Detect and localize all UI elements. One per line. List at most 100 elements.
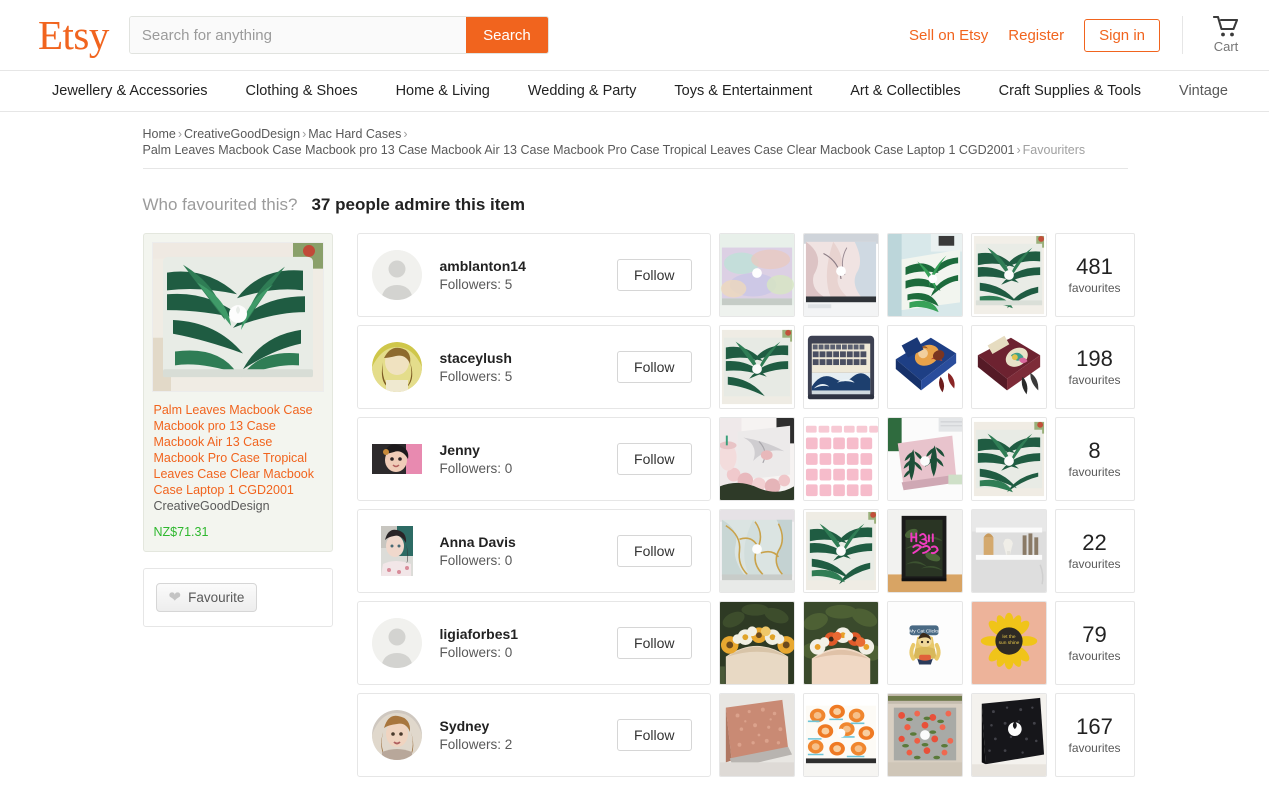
follow-button[interactable]: Follow — [617, 719, 692, 751]
breadcrumb-current: Favouriters — [1022, 143, 1086, 157]
nav-item-art-collectibles[interactable]: Art & Collectibles — [850, 83, 960, 99]
favourites-label: favourites — [1068, 740, 1121, 755]
listing-shop-name[interactable]: CreativeGoodDesign — [154, 499, 322, 513]
follow-button[interactable]: Follow — [617, 351, 692, 383]
thumbnail-blue-gold-marble-macbook-case[interactable] — [718, 509, 795, 593]
etsy-logo[interactable]: Etsy — [38, 14, 129, 56]
thumbnail-great-wave-keyboard-cover[interactable] — [802, 325, 879, 409]
sell-on-etsy-link[interactable]: Sell on Etsy — [909, 27, 988, 44]
person-name[interactable]: Jenny — [440, 442, 513, 458]
thumbnail-marble-case-with-flowers[interactable] — [718, 417, 795, 501]
thumbnail-enamel-pin-character[interactable]: My Cat Clicks — [886, 601, 963, 685]
thumbnail-sunflower-enamel-pin[interactable]: let the sun shine — [970, 601, 1047, 685]
thumbnail-palm-leaf-macbook-case[interactable] — [970, 233, 1047, 317]
nav-item-vintage[interactable]: Vintage — [1179, 83, 1228, 99]
grey-floral-case-image — [887, 694, 962, 776]
favourite-thumbnails — [718, 417, 1047, 501]
heart-icon: ❤ — [168, 589, 182, 606]
blue-gold-marble-case-image — [719, 510, 794, 592]
favourite-button[interactable]: ❤ Favourite — [155, 583, 258, 612]
thumbnail-daisy-poppy-flower-crown[interactable] — [802, 601, 879, 685]
favourite-card: ❤ Favourite — [142, 568, 333, 627]
person-name[interactable]: amblanton14 — [440, 258, 526, 274]
avatar[interactable] — [371, 342, 422, 392]
nav-item-craft-supplies-tools[interactable]: Craft Supplies & Tools — [999, 83, 1141, 99]
thumbnail-rose-gold-glitter-macbook-case[interactable] — [718, 693, 795, 777]
favourite-thumbnails — [718, 509, 1047, 593]
breadcrumb-home[interactable]: Home — [143, 127, 176, 141]
nav-item-toys-entertainment[interactable]: Toys & Entertainment — [674, 83, 812, 99]
admire-count-label: 37 people admire this item — [311, 195, 525, 214]
favourite-thumbnails — [718, 325, 1047, 409]
favourites-label: favourites — [1068, 648, 1121, 663]
thumbnail-neon-pink-framed-art-print[interactable] — [886, 509, 963, 593]
avatar[interactable] — [371, 618, 422, 668]
nav-item-home-living[interactable]: Home & Living — [396, 83, 490, 99]
favourite-thumbnails: My Cat Clicks let the sun shine — [718, 601, 1047, 685]
nav-item-wedding-party[interactable]: Wedding & Party — [528, 83, 637, 99]
favouriter-row: Sydney Followers: 2 Follow 167 favourite… — [356, 693, 1135, 777]
nav-item-jewellery-accessories[interactable]: Jewellery & Accessories — [52, 83, 208, 99]
person-name[interactable]: ligiaforbes1 — [440, 626, 519, 642]
breadcrumb-shop[interactable]: CreativeGoodDesign — [184, 127, 300, 141]
thumbnail-palm-leaf-macbook-case-angled[interactable] — [886, 233, 963, 317]
favourites-count-box: 22 favourites — [1054, 509, 1135, 593]
avatar-placeholder-icon — [371, 250, 422, 300]
thumbnail-black-glitter-macbook-case[interactable] — [970, 693, 1047, 777]
cart-button[interactable]: Cart — [1205, 16, 1247, 54]
avatar[interactable] — [371, 250, 422, 300]
palm-leaf-macbook-photo — [152, 243, 323, 391]
favourites-count-box: 167 favourites — [1054, 693, 1135, 777]
favouriter-row: Jenny Followers: 0 Follow 8 favourites — [356, 417, 1135, 501]
thumbnail-pink-fern-macbook-case[interactable] — [886, 417, 963, 501]
black-glitter-case-image — [971, 694, 1046, 776]
thumbnail-grey-floral-macbook-case[interactable] — [886, 693, 963, 777]
great-wave-keyboard-image — [803, 326, 878, 408]
sign-in-button[interactable]: Sign in — [1084, 18, 1160, 52]
person-card: Sydney Followers: 2 Follow — [356, 693, 711, 777]
thumbnail-sunflower-flower-crown[interactable] — [718, 601, 795, 685]
thumbnail-peach-pattern-macbook-case[interactable] — [802, 693, 879, 777]
person-followers: Followers: 0 — [439, 645, 513, 660]
avatar[interactable] — [371, 434, 422, 484]
person-followers: Followers: 0 — [439, 461, 513, 476]
thumbnail-white-wall-shelf[interactable] — [970, 509, 1047, 593]
search-input[interactable] — [129, 17, 466, 53]
thumbnail-beauty-and-the-beast-book-clutch[interactable] — [886, 325, 963, 409]
thumbnail-recently-deceased-book-clutch[interactable] — [970, 325, 1047, 409]
thumbnail-pink-marble-macbook-case[interactable] — [802, 233, 879, 317]
header-divider — [1182, 16, 1183, 54]
search-button[interactable]: Search — [465, 17, 548, 53]
register-link[interactable]: Register — [1008, 27, 1064, 44]
main-layout: Palm Leaves Macbook Case Macbook pro 13 … — [142, 233, 1135, 785]
nav-item-clothing-shoes[interactable]: Clothing & Shoes — [246, 83, 358, 99]
listing-card[interactable]: Palm Leaves Macbook Case Macbook pro 13 … — [142, 233, 333, 552]
palm-leaf-case-image — [719, 326, 794, 408]
breadcrumb-separator: › — [1016, 143, 1021, 157]
follow-button[interactable]: Follow — [617, 443, 692, 475]
person-info: Jenny Followers: 0 — [440, 442, 513, 476]
person-name[interactable]: staceylush — [440, 350, 513, 366]
marble-case-flowers-image — [719, 418, 794, 500]
thumbnail-pink-keyboard-cover[interactable] — [802, 417, 879, 501]
listing-title[interactable]: Palm Leaves Macbook Case Macbook pro 13 … — [154, 402, 322, 498]
follow-button[interactable]: Follow — [617, 535, 692, 567]
breadcrumb-product[interactable]: Palm Leaves Macbook Case Macbook pro 13 … — [143, 143, 1015, 157]
thumbnail-holographic-macbook-case[interactable] — [718, 233, 795, 317]
breadcrumb-category[interactable]: Mac Hard Cases — [308, 127, 401, 141]
favourites-label: favourites — [1068, 372, 1121, 387]
avatar[interactable] — [372, 526, 422, 576]
avatar[interactable] — [371, 710, 422, 760]
thumbnail-palm-leaf-macbook-case[interactable] — [802, 509, 879, 593]
avatar-photo — [371, 444, 422, 474]
person-name[interactable]: Sydney — [440, 718, 513, 734]
favourites-label: favourites — [1068, 464, 1121, 479]
thumbnail-palm-leaf-macbook-case[interactable] — [970, 417, 1047, 501]
person-info: Sydney Followers: 2 — [440, 718, 513, 752]
person-name[interactable]: Anna Davis — [440, 534, 516, 550]
follow-button[interactable]: Follow — [617, 627, 692, 659]
listing-image[interactable] — [151, 242, 324, 392]
thumbnail-palm-leaf-macbook-case[interactable] — [718, 325, 795, 409]
follow-button[interactable]: Follow — [617, 259, 692, 291]
rose-gold-glitter-case-image — [719, 694, 794, 776]
